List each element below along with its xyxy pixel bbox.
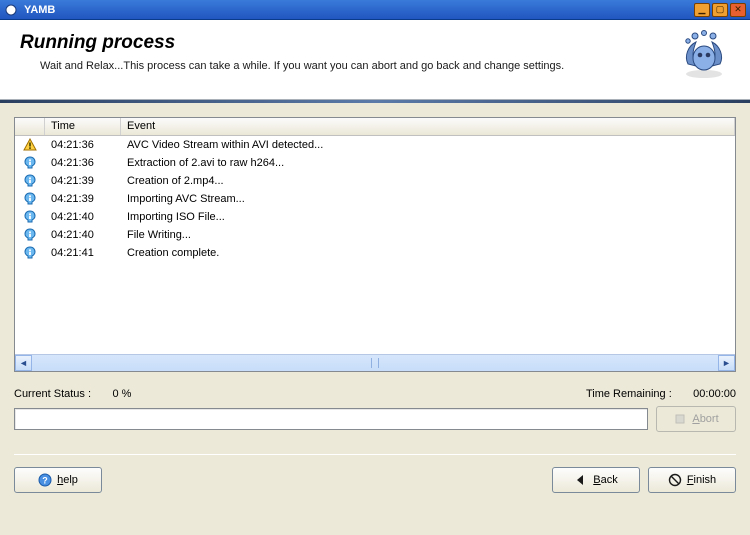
log-hscrollbar[interactable]: ◄ ►: [15, 354, 735, 371]
info-icon: [15, 156, 45, 170]
log-col-event[interactable]: Event: [121, 118, 735, 135]
minimize-button[interactable]: ▁: [694, 3, 710, 17]
log-row[interactable]: 04:21:36AVC Video Stream within AVI dete…: [15, 136, 735, 154]
log-event: Creation complete.: [121, 247, 735, 259]
log-row[interactable]: 04:21:39Creation of 2.mp4...: [15, 172, 735, 190]
finish-label-u: F: [687, 474, 694, 486]
app-logo-icon: [678, 28, 730, 80]
finish-button[interactable]: Finish: [648, 467, 736, 493]
page-title: Running process: [20, 32, 730, 54]
scroll-left-button[interactable]: ◄: [15, 355, 32, 371]
log-time: 04:21:40: [45, 211, 121, 223]
help-icon: ?: [38, 473, 52, 487]
log-body[interactable]: 04:21:36AVC Video Stream within AVI dete…: [15, 136, 735, 354]
footer-divider: [14, 454, 736, 455]
app-icon: [4, 3, 18, 17]
maximize-button[interactable]: ▢: [712, 3, 728, 17]
log-time: 04:21:39: [45, 175, 121, 187]
svg-text:?: ?: [42, 476, 48, 486]
abort-button: Abort: [656, 406, 736, 432]
info-icon: [15, 174, 45, 188]
abort-label-u: A: [692, 413, 699, 425]
back-icon: [574, 473, 588, 487]
log-row[interactable]: 04:21:40File Writing...: [15, 226, 735, 244]
log-event: Extraction of 2.avi to raw h264...: [121, 157, 735, 169]
time-remaining-label: Time Remaining :: [586, 388, 672, 400]
log-row[interactable]: 04:21:41Creation complete.: [15, 244, 735, 262]
log-col-icon[interactable]: [15, 118, 45, 135]
log-time: 04:21:36: [45, 157, 121, 169]
log-col-time[interactable]: Time: [45, 118, 121, 135]
log-time: 04:21:40: [45, 229, 121, 241]
status-row: Current Status : 0 % Time Remaining : 00…: [14, 388, 736, 400]
body: Time Event 04:21:36AVC Video Stream with…: [0, 103, 750, 535]
current-status-value: 0 %: [112, 388, 131, 400]
time-remaining-value: 00:00:00: [693, 388, 736, 400]
log-header: Time Event: [15, 118, 735, 136]
log-event: AVC Video Stream within AVI detected...: [121, 139, 735, 151]
back-label-u: B: [593, 474, 600, 486]
page-subtitle: Wait and Relax...This process can take a…: [20, 60, 730, 72]
abort-label-rest: bort: [700, 413, 719, 425]
info-icon: [15, 246, 45, 260]
log-event: Creation of 2.mp4...: [121, 175, 735, 187]
warning-icon: [15, 138, 45, 152]
log-row[interactable]: 04:21:40Importing ISO File...: [15, 208, 735, 226]
progress-bar: [14, 408, 648, 430]
header: Running process Wait and Relax...This pr…: [0, 20, 750, 100]
log-time: 04:21:39: [45, 193, 121, 205]
window-controls: ▁ ▢ ✕: [694, 3, 746, 17]
back-label-rest: ack: [601, 474, 618, 486]
scroll-right-button[interactable]: ►: [718, 355, 735, 371]
close-button[interactable]: ✕: [730, 3, 746, 17]
help-button[interactable]: ? help: [14, 467, 102, 493]
log-event: Importing AVC Stream...: [121, 193, 735, 205]
log-panel: Time Event 04:21:36AVC Video Stream with…: [14, 117, 736, 372]
window-title: YAMB: [24, 4, 694, 16]
progress-row: Abort: [14, 406, 736, 432]
current-status-label: Current Status :: [14, 388, 91, 400]
abort-icon: [673, 412, 687, 426]
log-time: 04:21:41: [45, 247, 121, 259]
log-event: Importing ISO File...: [121, 211, 735, 223]
info-icon: [15, 210, 45, 224]
help-label-rest: elp: [63, 474, 78, 486]
log-row[interactable]: 04:21:39Importing AVC Stream...: [15, 190, 735, 208]
log-time: 04:21:36: [45, 139, 121, 151]
log-event: File Writing...: [121, 229, 735, 241]
titlebar: YAMB ▁ ▢ ✕: [0, 0, 750, 20]
scroll-track[interactable]: [32, 355, 718, 371]
footer-row: ? help Back Finish: [14, 467, 736, 493]
info-icon: [15, 228, 45, 242]
finish-label-rest: inish: [694, 474, 717, 486]
finish-icon: [668, 473, 682, 487]
log-row[interactable]: 04:21:36Extraction of 2.avi to raw h264.…: [15, 154, 735, 172]
back-button[interactable]: Back: [552, 467, 640, 493]
info-icon: [15, 192, 45, 206]
